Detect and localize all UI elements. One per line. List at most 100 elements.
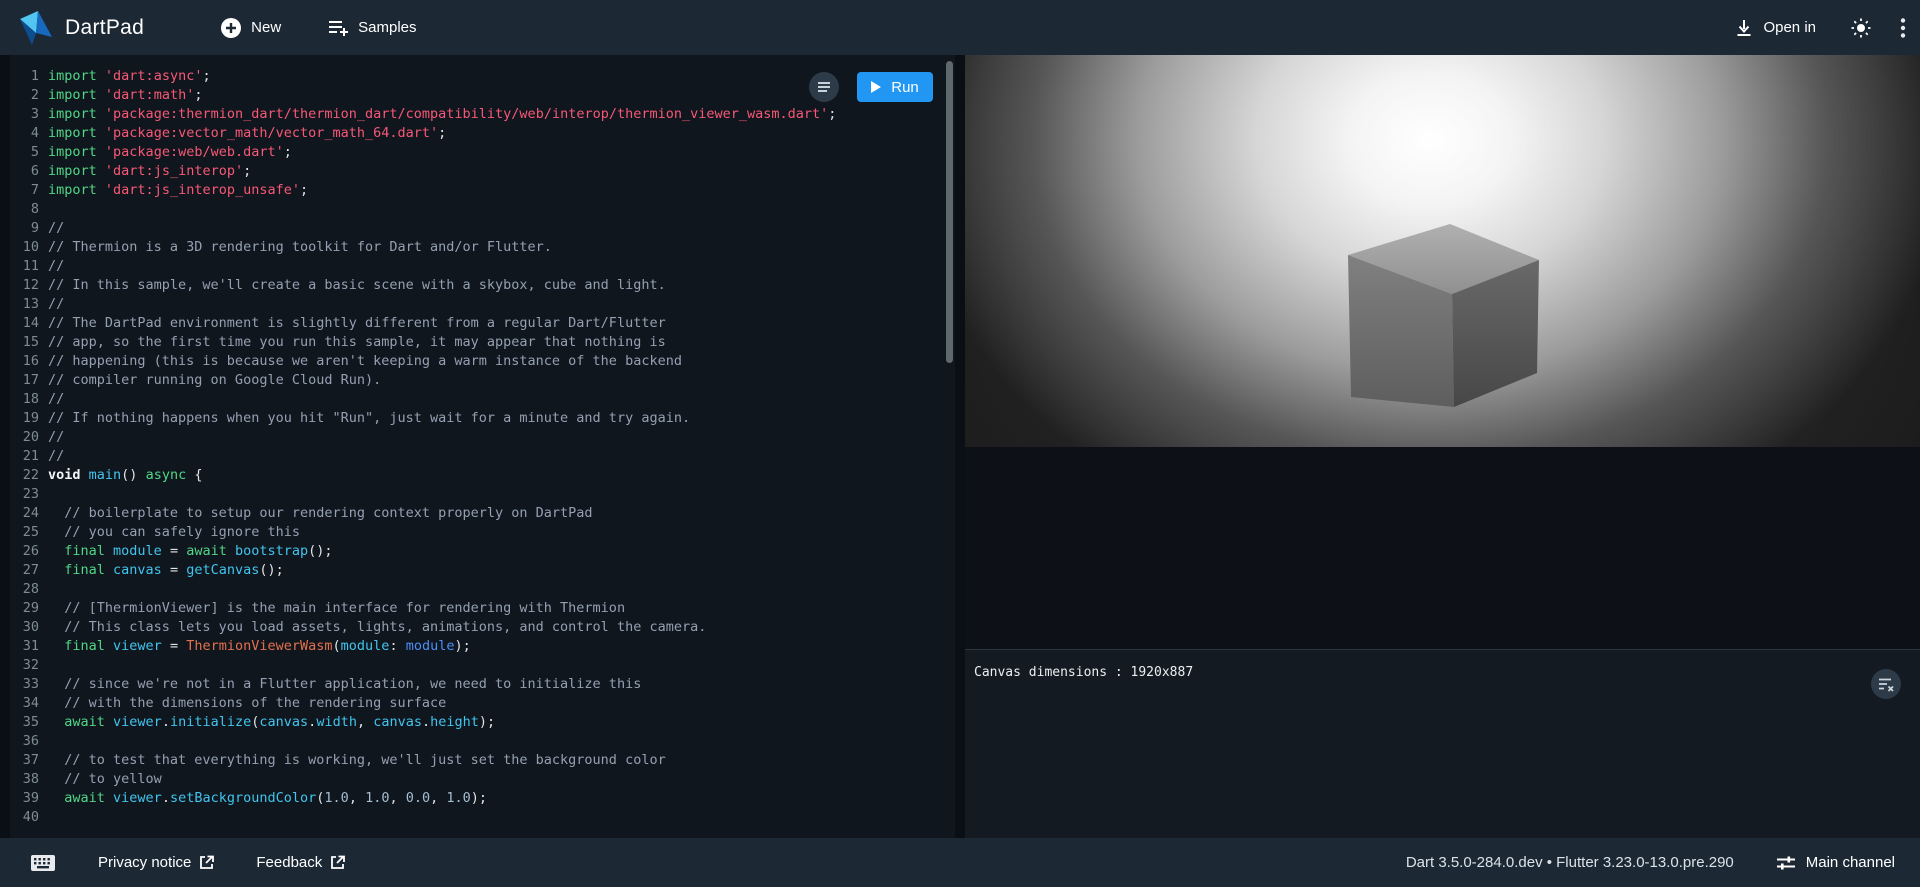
samples-button-label: Samples xyxy=(358,19,416,36)
code-line[interactable]: 27 final canvas = getCanvas(); xyxy=(10,561,955,580)
code-line[interactable]: 36 xyxy=(10,732,955,751)
line-number: 19 xyxy=(10,409,48,428)
code-line[interactable]: 16// happening (this is because we aren'… xyxy=(10,352,955,371)
clear-console-icon xyxy=(1877,675,1895,693)
code-line[interactable]: 25 // you can safely ignore this xyxy=(10,523,955,542)
code-line[interactable]: 31 final viewer = ThermionViewerWasm(mod… xyxy=(10,637,955,656)
line-number: 20 xyxy=(10,428,48,447)
channel-label: Main channel xyxy=(1806,854,1895,871)
play-icon xyxy=(871,81,881,93)
code-line[interactable]: 8 xyxy=(10,200,955,219)
status-bar: Privacy notice Feedback Dart 3.5.0-284.0… xyxy=(0,838,1920,887)
open-in-button[interactable]: Open in xyxy=(1734,18,1816,38)
code-line[interactable]: 11// xyxy=(10,257,955,276)
code-line[interactable]: 33 // since we're not in a Flutter appli… xyxy=(10,675,955,694)
line-number: 5 xyxy=(10,143,48,162)
channel-selector[interactable]: Main channel xyxy=(1776,854,1895,871)
playlist-add-icon xyxy=(327,18,349,38)
code-line[interactable]: 24 // boilerplate to setup our rendering… xyxy=(10,504,955,523)
privacy-notice-label: Privacy notice xyxy=(98,854,191,871)
code-line[interactable]: 35 await viewer.initialize(canvas.width,… xyxy=(10,713,955,732)
code-line[interactable]: 21// xyxy=(10,447,955,466)
code-line[interactable]: 17// compiler running on Google Cloud Ru… xyxy=(10,371,955,390)
code-line[interactable]: 13// xyxy=(10,295,955,314)
format-button[interactable] xyxy=(809,72,839,102)
run-button[interactable]: Run xyxy=(857,72,933,102)
line-number: 18 xyxy=(10,390,48,409)
code-line[interactable]: 7import 'dart:js_interop_unsafe'; xyxy=(10,181,955,200)
line-number: 15 xyxy=(10,333,48,352)
open-in-new-icon xyxy=(330,855,345,870)
line-number: 26 xyxy=(10,542,48,561)
code-line[interactable]: 9// xyxy=(10,219,955,238)
kebab-menu-icon xyxy=(1900,17,1906,39)
code-line[interactable]: 32 xyxy=(10,656,955,675)
line-number: 22 xyxy=(10,466,48,485)
clear-console-button[interactable] xyxy=(1871,669,1901,699)
new-button-label: New xyxy=(251,19,281,36)
brightness-toggle-button[interactable] xyxy=(1850,17,1872,39)
panel-splitter[interactable] xyxy=(955,55,965,838)
header-right: Open in xyxy=(1734,17,1920,39)
brightness-sun-icon xyxy=(1850,17,1872,39)
version-info: Dart 3.5.0-284.0.dev • Flutter 3.23.0-13… xyxy=(1406,854,1734,871)
line-number: 27 xyxy=(10,561,48,580)
editor-scrollbar[interactable] xyxy=(946,61,953,363)
code-line[interactable]: 22void main() async { xyxy=(10,466,955,485)
dartpad-logo-icon xyxy=(18,9,54,47)
line-number: 9 xyxy=(10,219,48,238)
code-line[interactable]: 34 // with the dimensions of the renderi… xyxy=(10,694,955,713)
code-line[interactable]: 30 // This class lets you load assets, l… xyxy=(10,618,955,637)
code-line[interactable]: 29 // [ThermionViewer] is the main inter… xyxy=(10,599,955,618)
code-line[interactable]: 19// If nothing happens when you hit "Ru… xyxy=(10,409,955,428)
code-line[interactable]: 10// Thermion is a 3D rendering toolkit … xyxy=(10,238,955,257)
new-button[interactable]: New xyxy=(220,17,281,39)
line-number: 17 xyxy=(10,371,48,390)
app-header: DartPad New Samples Open in xyxy=(0,0,1920,55)
code-line[interactable]: 38 // to yellow xyxy=(10,770,955,789)
code-line[interactable]: 20// xyxy=(10,428,955,447)
code-line[interactable]: 6import 'dart:js_interop'; xyxy=(10,162,955,181)
code-line[interactable]: 5import 'package:web/web.dart'; xyxy=(10,143,955,162)
code-line[interactable]: 14// The DartPad environment is slightly… xyxy=(10,314,955,333)
code-line[interactable]: 37 // to test that everything is working… xyxy=(10,751,955,770)
line-number: 28 xyxy=(10,580,48,599)
line-number: 2 xyxy=(10,86,48,105)
code-line[interactable]: 3import 'package:thermion_dart/thermion_… xyxy=(10,105,955,124)
feedback-link[interactable]: Feedback xyxy=(256,854,345,871)
code-editor[interactable]: 1import 'dart:async';2import 'dart:math'… xyxy=(10,55,955,827)
line-number: 31 xyxy=(10,637,48,656)
keyboard-icon xyxy=(30,854,56,872)
overflow-menu-button[interactable] xyxy=(1900,17,1906,39)
code-line[interactable]: 23 xyxy=(10,485,955,504)
format-icon xyxy=(816,79,832,95)
tune-icon xyxy=(1776,855,1796,871)
cube-3d xyxy=(965,55,1920,447)
download-icon xyxy=(1734,18,1754,38)
line-number: 23 xyxy=(10,485,48,504)
line-number: 36 xyxy=(10,732,48,751)
console-output: Canvas dimensions : 1920x887 xyxy=(965,650,1920,682)
code-line[interactable]: 18// xyxy=(10,390,955,409)
privacy-notice-link[interactable]: Privacy notice xyxy=(98,854,214,871)
code-line[interactable]: 28 xyxy=(10,580,955,599)
samples-button[interactable]: Samples xyxy=(327,18,416,38)
feedback-label: Feedback xyxy=(256,854,322,871)
code-line[interactable]: 15// app, so the first time you run this… xyxy=(10,333,955,352)
code-line[interactable]: 39 await viewer.setBackgroundColor(1.0, … xyxy=(10,789,955,808)
line-number: 7 xyxy=(10,181,48,200)
render-canvas[interactable] xyxy=(965,55,1920,447)
code-line[interactable]: 40 xyxy=(10,808,955,827)
footer-right: Dart 3.5.0-284.0.dev • Flutter 3.23.0-13… xyxy=(1406,854,1920,871)
code-line[interactable]: 26 final module = await bootstrap(); xyxy=(10,542,955,561)
line-number: 34 xyxy=(10,694,48,713)
open-in-label: Open in xyxy=(1763,19,1816,36)
keyboard-shortcuts-button[interactable] xyxy=(30,854,56,872)
line-number: 3 xyxy=(10,105,48,124)
line-number: 12 xyxy=(10,276,48,295)
code-line[interactable]: 12// In this sample, we'll create a basi… xyxy=(10,276,955,295)
line-number: 30 xyxy=(10,618,48,637)
code-line[interactable]: 4import 'package:vector_math/vector_math… xyxy=(10,124,955,143)
line-number: 10 xyxy=(10,238,48,257)
line-number: 40 xyxy=(10,808,48,827)
